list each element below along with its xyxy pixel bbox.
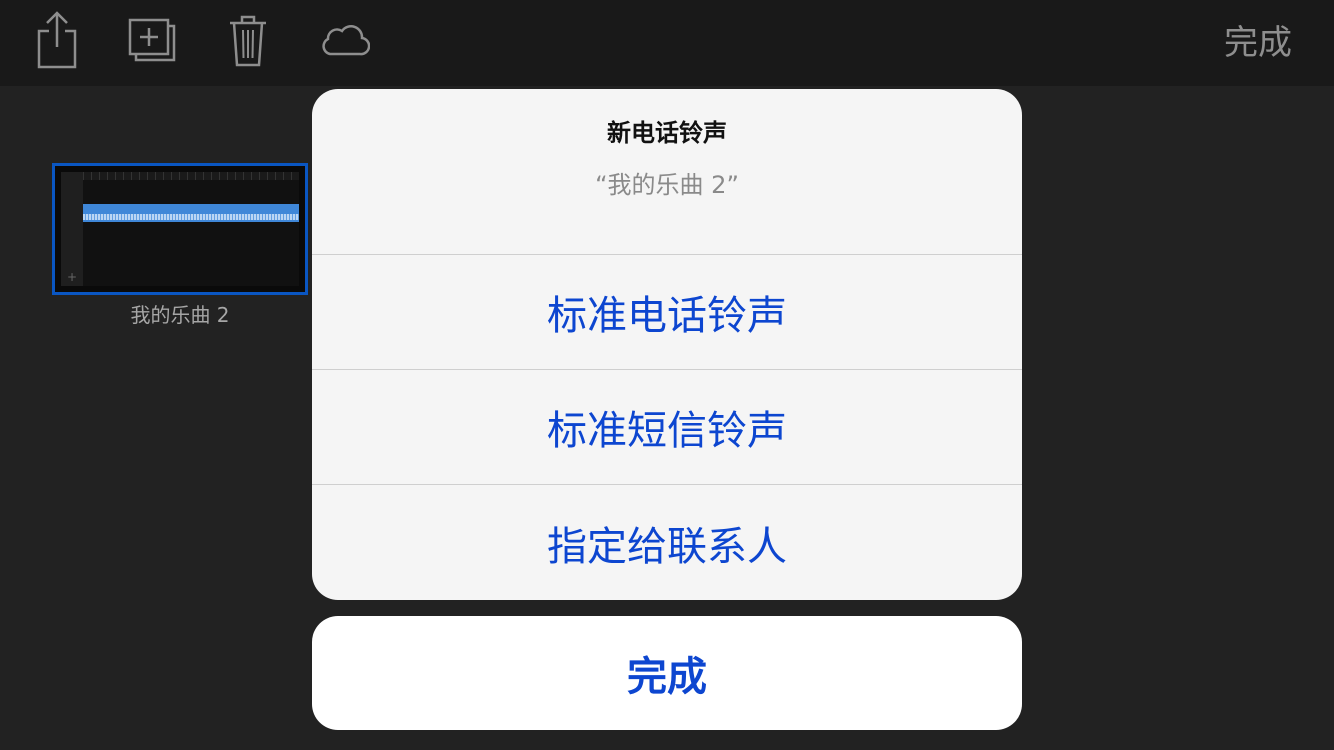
toolbar-done-button[interactable]: 完成 (1224, 22, 1292, 64)
standard-ringtone-button[interactable]: 标准电话铃声 (312, 255, 1022, 370)
duplicate-button[interactable] (120, 8, 184, 72)
thumbnail-track-header (61, 172, 83, 286)
trash-icon (228, 13, 268, 67)
assign-to-contact-button[interactable]: 指定给联系人 (312, 485, 1022, 600)
share-icon (35, 11, 79, 69)
delete-button[interactable] (216, 8, 280, 72)
cloud-icon (318, 22, 370, 58)
action-sheet-header: 新电话铃声 “我的乐曲 2” (312, 89, 1022, 255)
action-sheet-message: “我的乐曲 2” (595, 171, 739, 199)
screen: 完成 + 我的乐曲 2 新电话铃声 “我的乐曲 2” 标准电话铃声 标准短信铃声… (0, 0, 1334, 750)
duplicate-icon (126, 16, 178, 64)
thumbnail-waveform (83, 214, 299, 220)
project-name[interactable]: 我的乐曲 2 (52, 301, 308, 329)
project-item[interactable]: + 我的乐曲 2 (52, 163, 308, 329)
action-sheet-done-button[interactable]: 完成 (312, 616, 1022, 730)
thumbnail-plus-icon: + (67, 270, 78, 284)
action-sheet: 新电话铃声 “我的乐曲 2” 标准电话铃声 标准短信铃声 指定给联系人 (312, 89, 1022, 600)
top-toolbar: 完成 (0, 0, 1334, 86)
share-button[interactable] (25, 8, 89, 72)
project-thumbnail[interactable]: + (52, 163, 308, 295)
thumbnail-ruler (83, 172, 299, 180)
thumbnail-preview: + (61, 172, 299, 286)
standard-text-tone-button[interactable]: 标准短信铃声 (312, 370, 1022, 485)
cloud-button[interactable] (312, 8, 376, 72)
action-sheet-title: 新电话铃声 (607, 119, 727, 147)
